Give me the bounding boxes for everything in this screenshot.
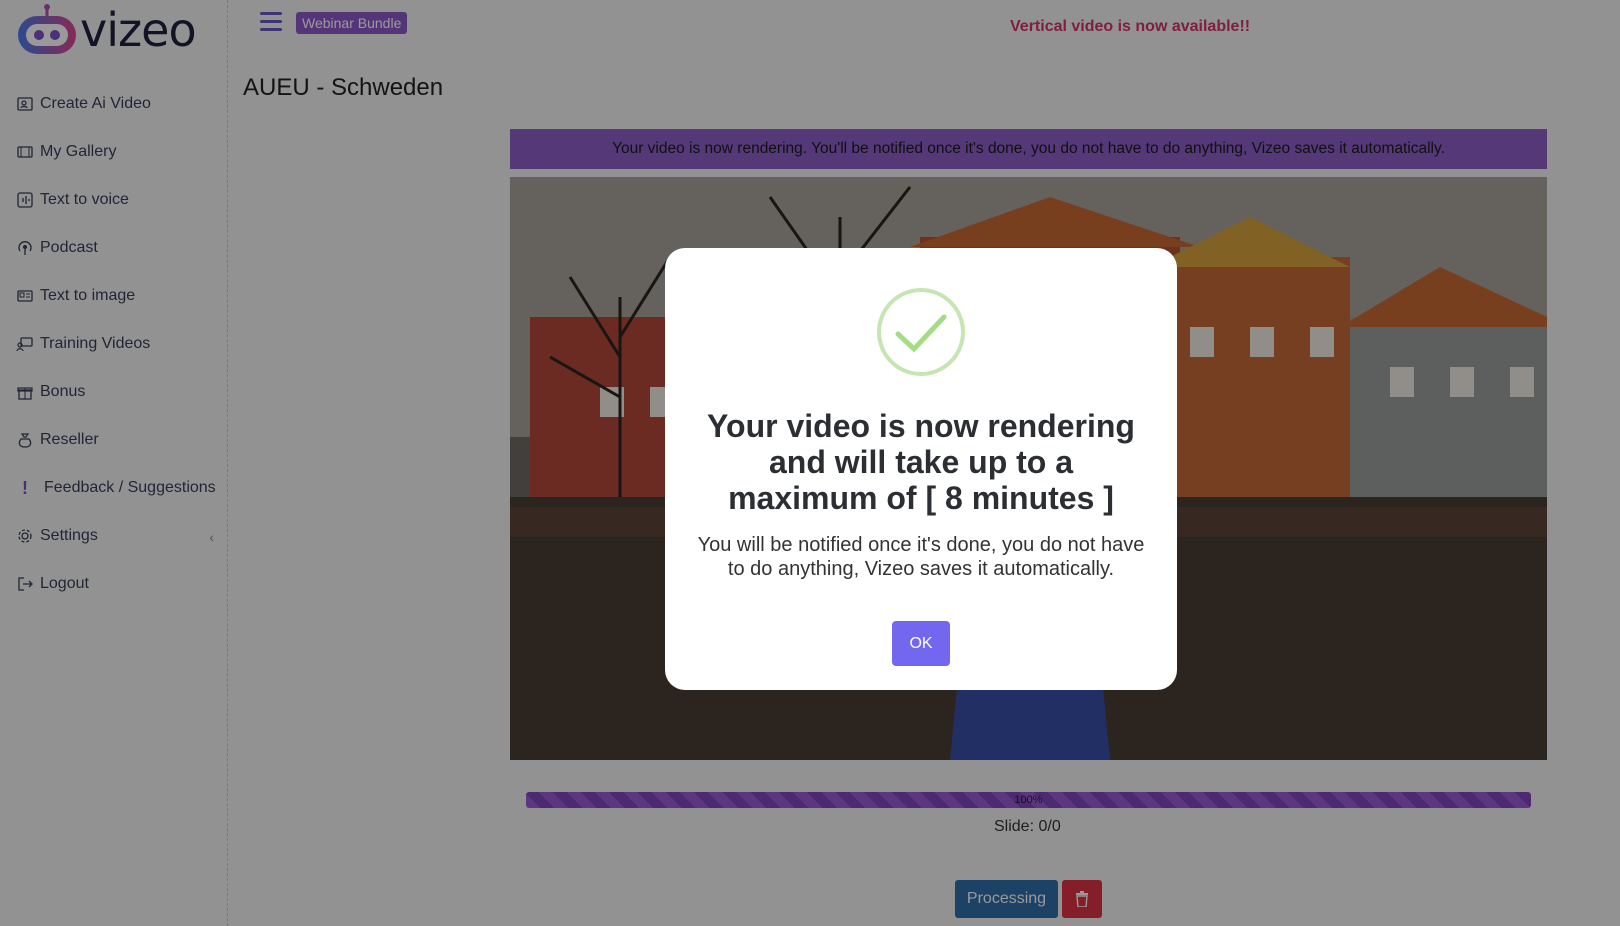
ok-button[interactable]: OK bbox=[892, 621, 950, 666]
dialog-message: You will be notified once it's done, you… bbox=[697, 534, 1145, 580]
dialog-title: Your video is now rendering and will tak… bbox=[707, 408, 1135, 516]
success-dialog: Your video is now rendering and will tak… bbox=[665, 248, 1177, 690]
success-check-icon bbox=[877, 288, 965, 376]
